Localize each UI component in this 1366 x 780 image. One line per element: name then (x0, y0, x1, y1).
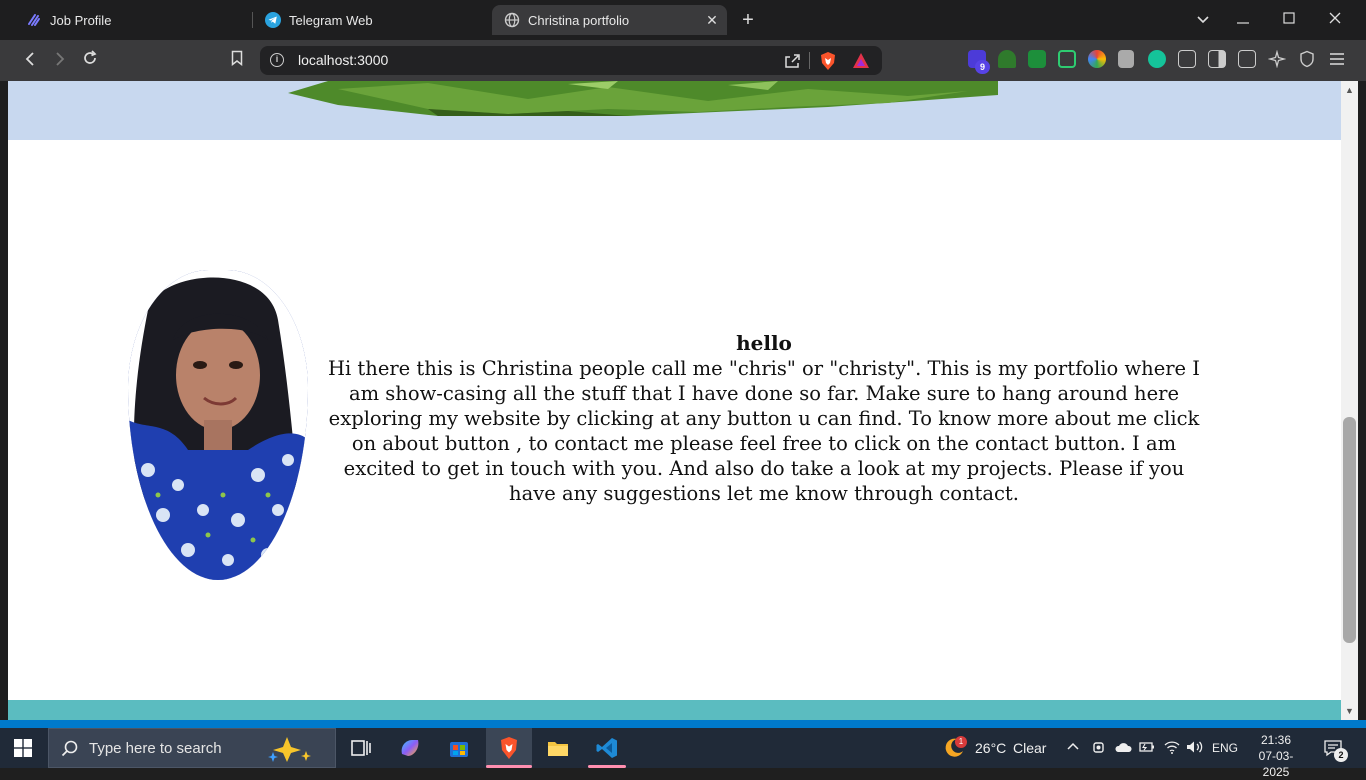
intro-section: hello Hi there this is Christina people … (322, 331, 1206, 506)
chrome-like-extension-icon[interactable] (1088, 50, 1106, 68)
brave-rewards-icon[interactable] (851, 51, 871, 71)
weather-condition[interactable]: Clear (1013, 740, 1046, 756)
new-tab-button[interactable]: + (736, 8, 760, 32)
minimize-icon[interactable] (1231, 8, 1255, 32)
maximize-icon[interactable] (1277, 8, 1301, 32)
green-extension-icon[interactable] (1028, 50, 1046, 68)
taskbar: Type here to search 1 26°C Clear ENG 21:… (0, 728, 1366, 779)
window-right-edge (1358, 81, 1366, 720)
scroll-down-icon[interactable]: ▼ (1343, 705, 1356, 717)
brave-shields-icon[interactable] (818, 51, 838, 71)
intro-text: Hi there this is Christina people call m… (327, 357, 1200, 505)
extension-badge: 9 (975, 60, 990, 74)
sidebar-icon[interactable] (1208, 50, 1226, 68)
globe-icon (504, 12, 520, 28)
weather-temp[interactable]: 26°C (975, 740, 1006, 756)
hero-band (8, 81, 1341, 140)
omnibox-divider (809, 52, 810, 69)
vpn-shield-icon[interactable] (1298, 50, 1316, 68)
tab-telegram[interactable]: Telegram Web (253, 5, 489, 35)
brave-browser-icon[interactable] (497, 736, 521, 760)
reading-list-icon[interactable] (1118, 50, 1134, 68)
search-icon (61, 740, 79, 763)
tab-christina-portfolio[interactable]: Christina portfolio ✕ (492, 5, 727, 35)
footer-band (8, 700, 1341, 720)
background-window-strip (0, 720, 1366, 728)
tab-label: Telegram Web (289, 12, 373, 28)
onedrive-icon[interactable] (1114, 741, 1132, 756)
grammarly-icon[interactable] (1148, 50, 1166, 68)
bookmark-icon[interactable] (225, 48, 249, 72)
search-placeholder: Type here to search (89, 740, 222, 757)
show-hidden-icons-icon[interactable] (1066, 740, 1080, 757)
window-left-edge-bottom (0, 700, 8, 720)
profile-photo (128, 270, 308, 580)
vscode-icon[interactable] (595, 736, 619, 760)
extensions-puzzle-icon[interactable] (1178, 50, 1196, 68)
tab-search-chevron-icon[interactable] (1191, 8, 1215, 32)
leo-ai-icon[interactable] (1267, 49, 1287, 69)
windows-start-icon[interactable] (14, 739, 32, 757)
close-tab-icon[interactable]: ✕ (705, 13, 719, 27)
clock-time: 21:36 (1260, 733, 1292, 747)
task-view-icon[interactable] (349, 736, 373, 760)
tab-job-profile[interactable]: Job Profile (14, 5, 250, 35)
close-window-icon[interactable] (1323, 8, 1347, 32)
page-viewport[interactable]: hello Hi there this is Christina people … (8, 81, 1341, 700)
reload-icon[interactable] (78, 48, 102, 72)
copilot-sparkle-icon (265, 735, 325, 768)
back-icon[interactable] (18, 48, 42, 72)
url-text: localhost:3000 (298, 52, 389, 68)
tab-bar: Job Profile Telegram Web Christina portf… (0, 0, 1366, 40)
window-left-edge (0, 81, 8, 720)
share-icon[interactable] (782, 51, 802, 71)
wifi-icon[interactable] (1164, 740, 1180, 757)
clock[interactable]: 21:36 07-03-2025 (1246, 732, 1306, 780)
tab-label: Job Profile (50, 12, 112, 28)
scroll-up-icon[interactable]: ▲ (1343, 84, 1356, 96)
play-extension-icon[interactable] (1058, 50, 1076, 68)
menu-icon[interactable] (1328, 50, 1346, 68)
language-indicator[interactable]: ENG (1212, 741, 1238, 755)
site-info-icon[interactable]: i (270, 53, 284, 67)
tree-extension-icon[interactable] (998, 50, 1016, 68)
scrollbar-thumb[interactable] (1343, 417, 1356, 643)
notification-count: 2 (1334, 748, 1348, 762)
battery-icon[interactable] (1139, 740, 1155, 757)
microsoft-store-icon[interactable] (447, 736, 471, 760)
copilot-icon[interactable] (398, 736, 422, 760)
tab-label: Christina portfolio (528, 12, 630, 28)
telegram-icon (265, 12, 281, 28)
address-bar[interactable]: i localhost:3000 (260, 46, 882, 75)
clock-date: 07-03-2025 (1258, 749, 1294, 779)
wallet-icon[interactable] (1238, 50, 1256, 68)
volume-icon[interactable] (1186, 740, 1204, 757)
island-illustration (288, 81, 998, 116)
intro-heading: hello (736, 331, 792, 355)
job-profile-icon (26, 12, 42, 28)
forward-icon[interactable] (48, 48, 72, 72)
taskbar-search[interactable]: Type here to search (48, 728, 336, 768)
file-explorer-icon[interactable] (546, 736, 570, 760)
browser-toolbar: i localhost:3000 9 (0, 40, 1366, 81)
meet-now-icon[interactable] (1092, 740, 1106, 759)
weather-badge: 1 (955, 736, 967, 748)
